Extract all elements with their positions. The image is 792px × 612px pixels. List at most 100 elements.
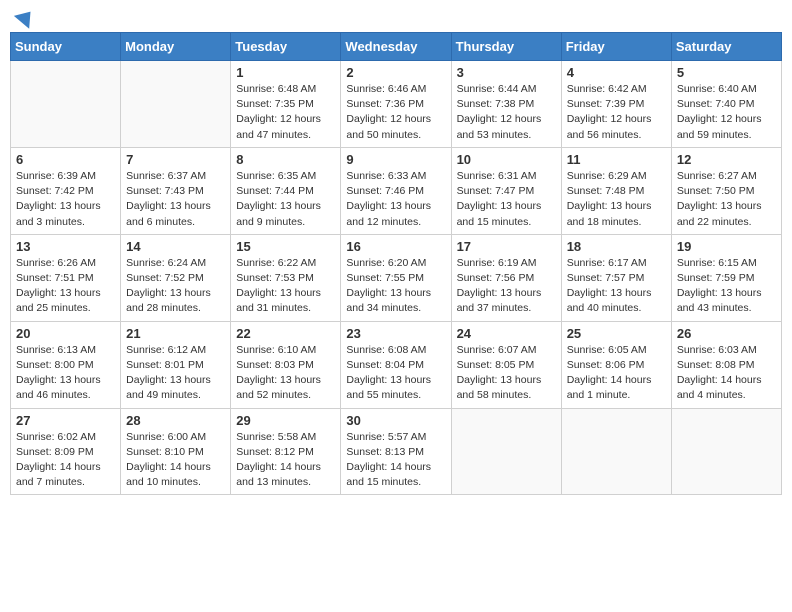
calendar-cell: 3Sunrise: 6:44 AMSunset: 7:38 PMDaylight… [451,61,561,148]
weekday-header-friday: Friday [561,33,671,61]
calendar-cell: 30 Sunrise: 5:57 AMSunset: 8:13 PMDayligh… [341,408,451,495]
day-info: Sunrise: 6:27 AMSunset: 7:50 PMDaylight:… [677,169,776,230]
day-number: 30 [346,413,445,428]
day-info: Sunrise: 6:37 AMSunset: 7:43 PMDaylight:… [126,169,225,230]
day-number: 15 [236,239,335,254]
day-info: Sunrise: 6:03 AMSunset: 8:08 PMDaylight:… [677,343,776,404]
calendar-cell: 15 Sunrise: 6:22 AMSunset: 7:53 PMDayligh… [231,234,341,321]
day-info: Sunrise: 6:22 AMSunset: 7:53 PMDaylight:… [236,256,335,317]
day-number: 25 [567,326,666,341]
day-info: Sunrise: 6:17 AMSunset: 7:57 PMDaylight:… [567,256,666,317]
day-info: Sunrise: 6:08 AMSunset: 8:04 PMDaylight:… [346,343,445,404]
logo [14,10,36,24]
day-number: 14 [126,239,225,254]
day-info: Sunrise: 6:46 AMSunset: 7:36 PMDaylight:… [346,82,445,143]
day-info: Sunrise: 6:13 AMSunset: 8:00 PMDaylight:… [16,343,115,404]
day-info: Sunrise: 6:15 AMSunset: 7:59 PMDaylight:… [677,256,776,317]
calendar-cell: 16Sunrise: 6:20 AMSunset: 7:55 PMDayligh… [341,234,451,321]
calendar-cell [451,408,561,495]
day-info: Sunrise: 6:44 AMSunset: 7:38 PMDaylight:… [457,82,556,143]
day-number: 23 [346,326,445,341]
day-info: Sunrise: 5:58 AMSunset: 8:12 PMDaylight:… [236,430,335,491]
calendar-cell: 20 Sunrise: 6:13 AMSunset: 8:00 PMDayligh… [11,321,121,408]
page-header [10,10,782,24]
calendar-cell: 28 Sunrise: 6:00 AMSunset: 8:10 PMDayligh… [121,408,231,495]
day-number: 6 [16,152,115,167]
calendar-cell [11,61,121,148]
day-info: Sunrise: 6:05 AMSunset: 8:06 PMDaylight:… [567,343,666,404]
day-number: 7 [126,152,225,167]
day-number: 26 [677,326,776,341]
calendar-cell: 7 Sunrise: 6:37 AMSunset: 7:43 PMDaylight… [121,147,231,234]
calendar-cell: 5 Sunrise: 6:40 AMSunset: 7:40 PMDaylight… [671,61,781,148]
day-info: Sunrise: 6:12 AMSunset: 8:01 PMDaylight:… [126,343,225,404]
day-info: Sunrise: 6:20 AMSunset: 7:55 PMDaylight:… [346,256,445,317]
calendar-cell: 11 Sunrise: 6:29 AMSunset: 7:48 PMDayligh… [561,147,671,234]
day-number: 10 [457,152,556,167]
day-number: 20 [16,326,115,341]
calendar-week-row-2: 6 Sunrise: 6:39 AMSunset: 7:42 PMDaylight… [11,147,782,234]
day-info: Sunrise: 6:00 AMSunset: 8:10 PMDaylight:… [126,430,225,491]
calendar-week-row-1: 1 Sunrise: 6:48 AMSunset: 7:35 PMDaylight… [11,61,782,148]
calendar-cell: 6 Sunrise: 6:39 AMSunset: 7:42 PMDaylight… [11,147,121,234]
day-number: 5 [677,65,776,80]
calendar-cell [561,408,671,495]
day-info: Sunrise: 6:35 AMSunset: 7:44 PMDaylight:… [236,169,335,230]
day-number: 2 [346,65,445,80]
day-number: 9 [346,152,445,167]
calendar-cell: 26 Sunrise: 6:03 AMSunset: 8:08 PMDayligh… [671,321,781,408]
day-info: Sunrise: 6:39 AMSunset: 7:42 PMDaylight:… [16,169,115,230]
calendar-cell: 1 Sunrise: 6:48 AMSunset: 7:35 PMDaylight… [231,61,341,148]
calendar-cell: 23 Sunrise: 6:08 AMSunset: 8:04 PMDayligh… [341,321,451,408]
day-info: Sunrise: 6:33 AMSunset: 7:46 PMDaylight:… [346,169,445,230]
day-number: 4 [567,65,666,80]
weekday-header-saturday: Saturday [671,33,781,61]
calendar-week-row-3: 13 Sunrise: 6:26 AMSunset: 7:51 PMDayligh… [11,234,782,321]
calendar-cell: 10 Sunrise: 6:31 AMSunset: 7:47 PMDayligh… [451,147,561,234]
day-number: 21 [126,326,225,341]
calendar-cell: 29 Sunrise: 5:58 AMSunset: 8:12 PMDayligh… [231,408,341,495]
day-number: 27 [16,413,115,428]
calendar-cell: 18Sunrise: 6:17 AMSunset: 7:57 PMDayligh… [561,234,671,321]
weekday-header-tuesday: Tuesday [231,33,341,61]
calendar-week-row-5: 27 Sunrise: 6:02 AMSunset: 8:09 PMDayligh… [11,408,782,495]
calendar-cell: 4 Sunrise: 6:42 AMSunset: 7:39 PMDaylight… [561,61,671,148]
day-number: 1 [236,65,335,80]
logo-triangle-icon [14,5,38,29]
weekday-header-wednesday: Wednesday [341,33,451,61]
calendar-cell: 13 Sunrise: 6:26 AMSunset: 7:51 PMDayligh… [11,234,121,321]
day-number: 28 [126,413,225,428]
day-number: 19 [677,239,776,254]
day-number: 12 [677,152,776,167]
day-info: Sunrise: 6:24 AMSunset: 7:52 PMDaylight:… [126,256,225,317]
day-info: Sunrise: 5:57 AMSunset: 8:13 PMDaylight:… [346,430,445,491]
day-number: 24 [457,326,556,341]
calendar-cell: 24 Sunrise: 6:07 AMSunset: 8:05 PMDayligh… [451,321,561,408]
day-info: Sunrise: 6:42 AMSunset: 7:39 PMDaylight:… [567,82,666,143]
calendar-cell: 22Sunrise: 6:10 AMSunset: 8:03 PMDayligh… [231,321,341,408]
calendar-cell: 12 Sunrise: 6:27 AMSunset: 7:50 PMDayligh… [671,147,781,234]
day-info: Sunrise: 6:40 AMSunset: 7:40 PMDaylight:… [677,82,776,143]
day-info: Sunrise: 6:26 AMSunset: 7:51 PMDaylight:… [16,256,115,317]
weekday-header-row: SundayMondayTuesdayWednesdayThursdayFrid… [11,33,782,61]
calendar-cell: 17Sunrise: 6:19 AMSunset: 7:56 PMDayligh… [451,234,561,321]
day-number: 13 [16,239,115,254]
calendar-cell: 19 Sunrise: 6:15 AMSunset: 7:59 PMDayligh… [671,234,781,321]
calendar-cell: 2 Sunrise: 6:46 AMSunset: 7:36 PMDaylight… [341,61,451,148]
day-info: Sunrise: 6:10 AMSunset: 8:03 PMDaylight:… [236,343,335,404]
day-info: Sunrise: 6:31 AMSunset: 7:47 PMDaylight:… [457,169,556,230]
weekday-header-thursday: Thursday [451,33,561,61]
calendar-cell: 21 Sunrise: 6:12 AMSunset: 8:01 PMDayligh… [121,321,231,408]
day-number: 11 [567,152,666,167]
calendar-cell: 8Sunrise: 6:35 AMSunset: 7:44 PMDaylight… [231,147,341,234]
calendar-table: SundayMondayTuesdayWednesdayThursdayFrid… [10,32,782,495]
calendar-cell: 27 Sunrise: 6:02 AMSunset: 8:09 PMDayligh… [11,408,121,495]
day-number: 29 [236,413,335,428]
calendar-cell [671,408,781,495]
day-info: Sunrise: 6:29 AMSunset: 7:48 PMDaylight:… [567,169,666,230]
day-info: Sunrise: 6:48 AMSunset: 7:35 PMDaylight:… [236,82,335,143]
day-info: Sunrise: 6:07 AMSunset: 8:05 PMDaylight:… [457,343,556,404]
calendar-cell: 9 Sunrise: 6:33 AMSunset: 7:46 PMDaylight… [341,147,451,234]
day-info: Sunrise: 6:19 AMSunset: 7:56 PMDaylight:… [457,256,556,317]
day-info: Sunrise: 6:02 AMSunset: 8:09 PMDaylight:… [16,430,115,491]
